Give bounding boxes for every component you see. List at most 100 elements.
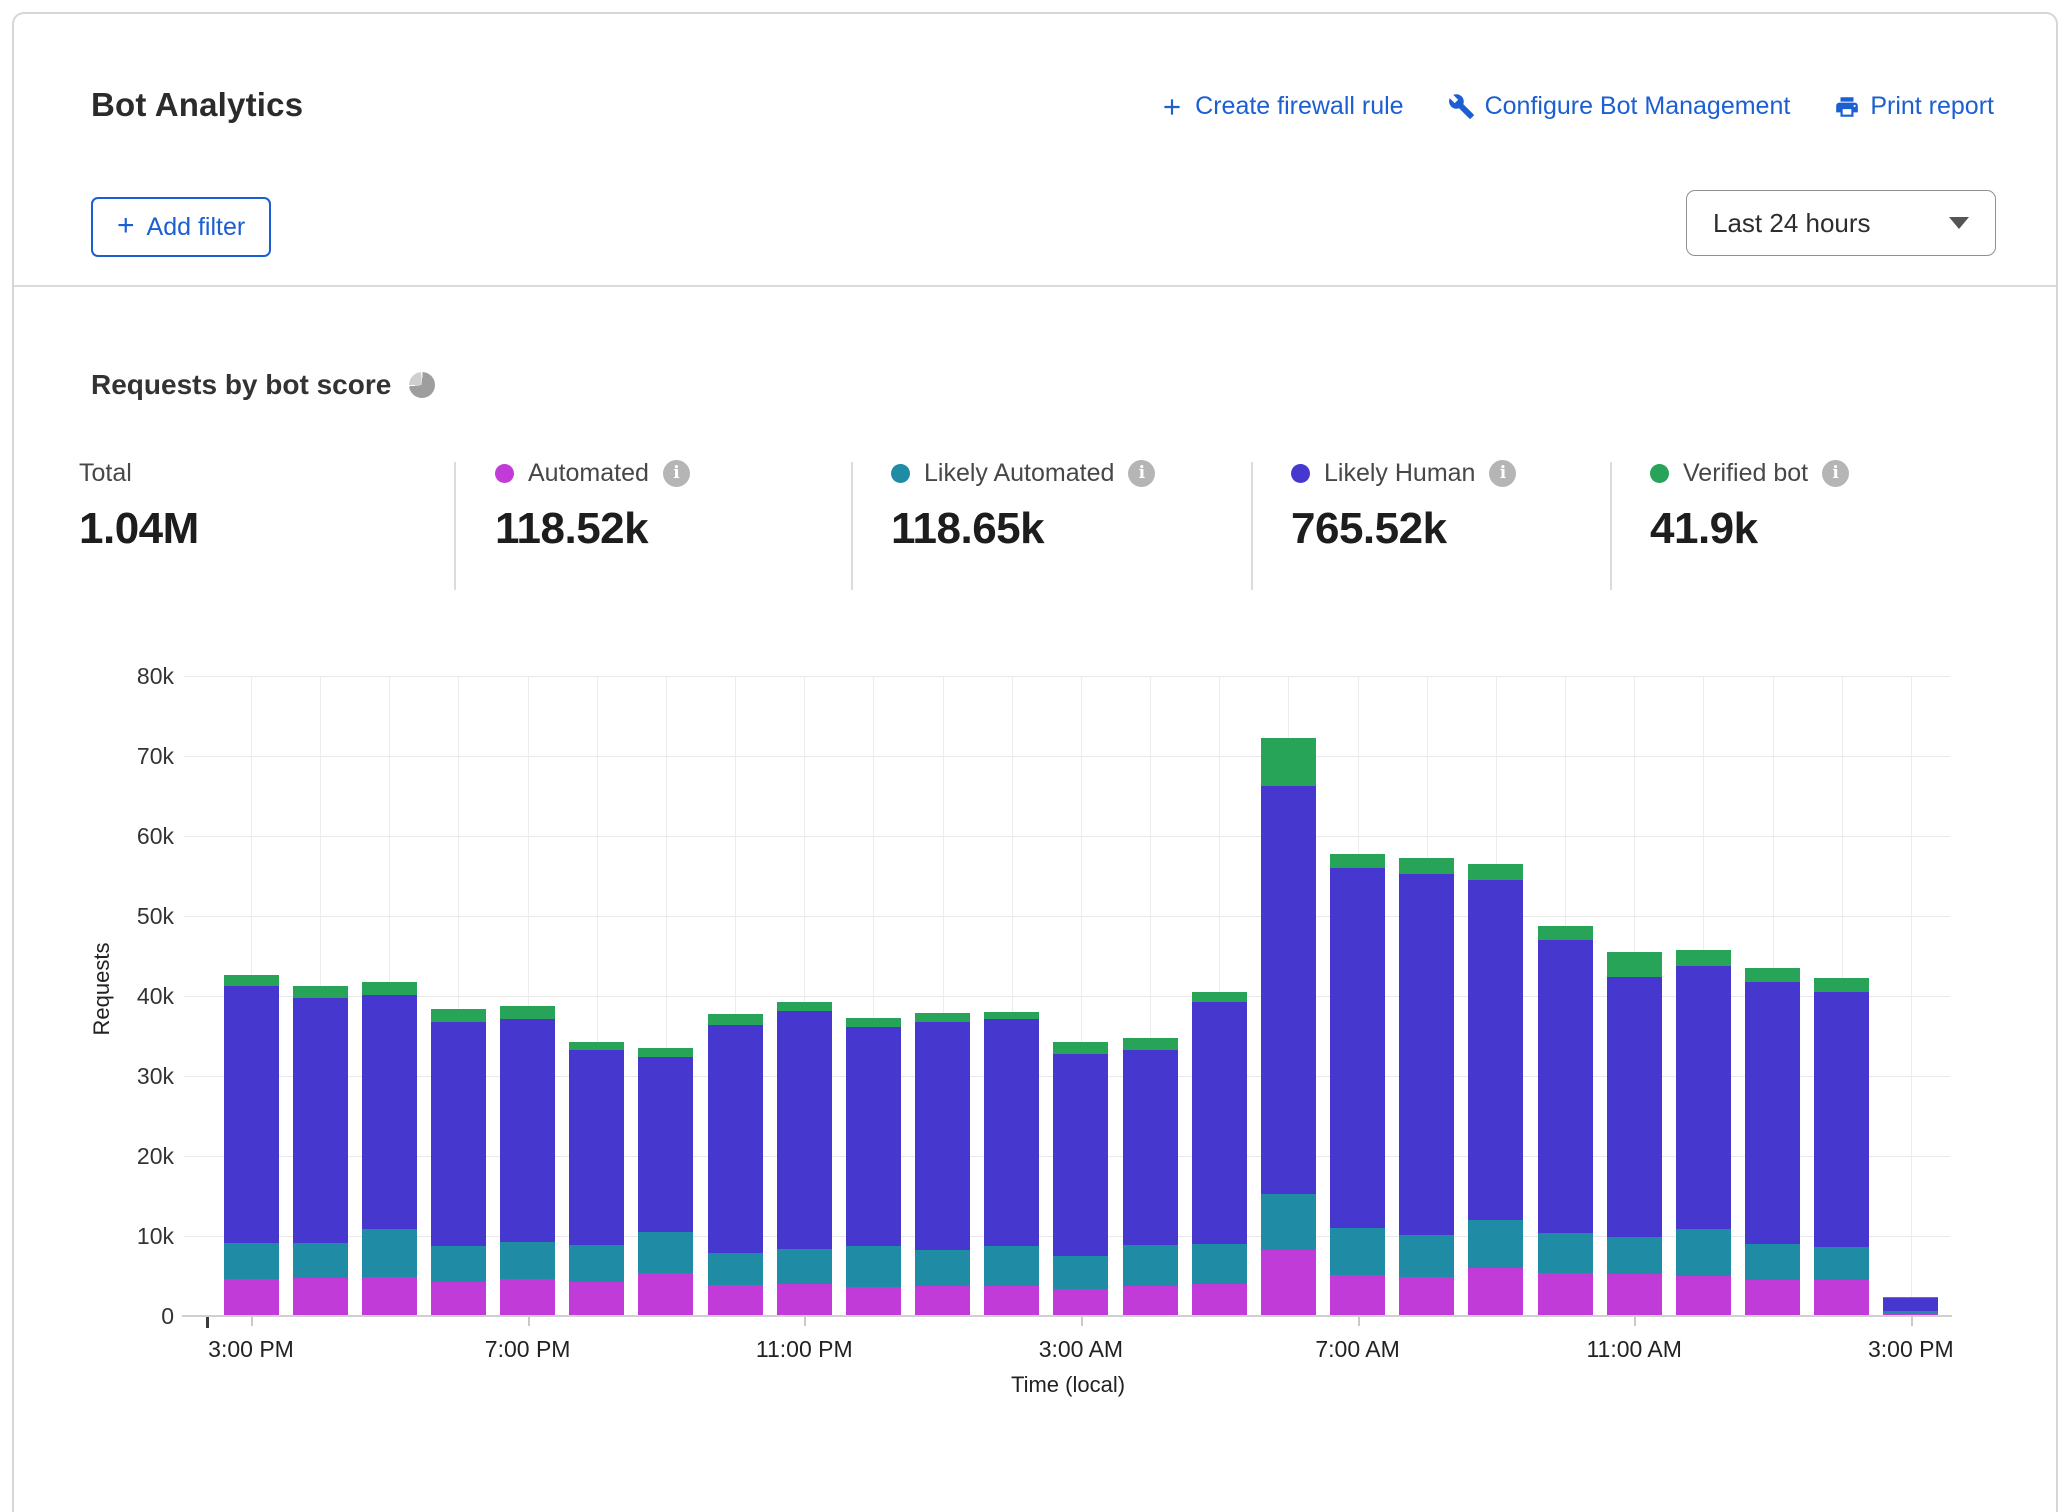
bar-segment[interactable]: [362, 1277, 417, 1316]
bar-segment[interactable]: [1814, 1280, 1869, 1316]
bar-segment[interactable]: [915, 1022, 970, 1249]
bar-segment[interactable]: [1123, 1286, 1178, 1316]
configure-bot-management-link[interactable]: Configure Bot Management: [1448, 92, 1791, 121]
bar-segment[interactable]: [431, 1282, 486, 1316]
bar-segment[interactable]: [1883, 1314, 1938, 1316]
bar-segment[interactable]: [1745, 968, 1800, 982]
bar-segment[interactable]: [915, 1250, 970, 1287]
bar-segment[interactable]: [708, 1253, 763, 1285]
bar-segment[interactable]: [777, 1249, 832, 1284]
bar-segment[interactable]: [1053, 1042, 1108, 1053]
bar-segment[interactable]: [224, 986, 279, 1243]
bar-segment[interactable]: [1192, 1002, 1247, 1244]
bar-segment[interactable]: [638, 1048, 693, 1057]
bar-segment[interactable]: [293, 998, 348, 1243]
bar-segment[interactable]: [500, 1279, 555, 1316]
bar-segment[interactable]: [984, 1286, 1039, 1316]
bar-segment[interactable]: [1745, 1244, 1800, 1280]
bar-segment[interactable]: [915, 1013, 970, 1023]
bar-segment[interactable]: [569, 1050, 624, 1244]
bar-segment[interactable]: [1330, 854, 1385, 868]
print-report-link[interactable]: Print report: [1834, 92, 1994, 121]
bar-segment[interactable]: [915, 1286, 970, 1316]
bar-segment[interactable]: [1261, 786, 1316, 1194]
bar-segment[interactable]: [1192, 992, 1247, 1002]
bar-segment[interactable]: [1468, 880, 1523, 1220]
bar-segment[interactable]: [1468, 1220, 1523, 1268]
bar-segment[interactable]: [362, 982, 417, 995]
bar-segment[interactable]: [569, 1042, 624, 1051]
bar-segment[interactable]: [1123, 1245, 1178, 1286]
bar-segment[interactable]: [1745, 982, 1800, 1244]
bar-segment[interactable]: [1607, 1237, 1662, 1275]
bar-segment[interactable]: [431, 1022, 486, 1246]
create-firewall-rule-link[interactable]: Create firewall rule: [1159, 92, 1403, 121]
bar-segment[interactable]: [1538, 1273, 1593, 1316]
bar-segment[interactable]: [1883, 1311, 1938, 1313]
bar-segment[interactable]: [1261, 1250, 1316, 1316]
bar-segment[interactable]: [984, 1012, 1039, 1019]
info-icon[interactable]: i: [1128, 460, 1155, 487]
bar-segment[interactable]: [569, 1245, 624, 1283]
bar-segment[interactable]: [638, 1232, 693, 1273]
bar-segment[interactable]: [1192, 1244, 1247, 1284]
bar-segment[interactable]: [777, 1284, 832, 1316]
bar-segment[interactable]: [777, 1011, 832, 1249]
bar-segment[interactable]: [1123, 1038, 1178, 1049]
bar-segment[interactable]: [846, 1246, 901, 1287]
info-icon[interactable]: i: [1822, 460, 1849, 487]
info-icon[interactable]: i: [663, 460, 690, 487]
bar-segment[interactable]: [1123, 1050, 1178, 1245]
bar-segment[interactable]: [1538, 940, 1593, 1233]
bar-segment[interactable]: [984, 1019, 1039, 1246]
bar-segment[interactable]: [1538, 926, 1593, 940]
bar-segment[interactable]: [1261, 738, 1316, 785]
bar-segment[interactable]: [1192, 1284, 1247, 1316]
bar-segment[interactable]: [1468, 1268, 1523, 1316]
bar-segment[interactable]: [1676, 966, 1731, 1229]
bar-segment[interactable]: [708, 1014, 763, 1024]
bar-segment[interactable]: [1330, 1228, 1385, 1275]
bar-segment[interactable]: [1607, 1274, 1662, 1316]
bar-segment[interactable]: [431, 1246, 486, 1282]
bar-segment[interactable]: [1676, 1229, 1731, 1276]
bar-segment[interactable]: [362, 995, 417, 1229]
bar-segment[interactable]: [293, 1278, 348, 1316]
bar-segment[interactable]: [224, 975, 279, 986]
bar-segment[interactable]: [1814, 992, 1869, 1247]
bar-segment[interactable]: [224, 1243, 279, 1279]
bar-segment[interactable]: [362, 1229, 417, 1277]
bar-segment[interactable]: [431, 1009, 486, 1022]
bar-segment[interactable]: [1676, 1276, 1731, 1316]
bar-segment[interactable]: [500, 1019, 555, 1242]
info-icon[interactable]: i: [1489, 460, 1516, 487]
bar-segment[interactable]: [1745, 1280, 1800, 1316]
bar-segment[interactable]: [638, 1057, 693, 1232]
bar-segment[interactable]: [1330, 1275, 1385, 1316]
bar-segment[interactable]: [1399, 1277, 1454, 1316]
bar-segment[interactable]: [1330, 868, 1385, 1228]
bar-segment[interactable]: [846, 1287, 901, 1316]
bar-segment[interactable]: [1883, 1297, 1938, 1298]
add-filter-button[interactable]: + Add filter: [91, 197, 271, 257]
bar-segment[interactable]: [1399, 1235, 1454, 1277]
bar-segment[interactable]: [1261, 1194, 1316, 1251]
bar-segment[interactable]: [846, 1018, 901, 1027]
bar-segment[interactable]: [1814, 978, 1869, 992]
bar-segment[interactable]: [846, 1027, 901, 1246]
bar-segment[interactable]: [1814, 1247, 1869, 1280]
bar-segment[interactable]: [293, 1243, 348, 1278]
bar-segment[interactable]: [1053, 1054, 1108, 1256]
bar-segment[interactable]: [1468, 864, 1523, 880]
bar-segment[interactable]: [500, 1006, 555, 1019]
bar-segment[interactable]: [1538, 1233, 1593, 1273]
time-range-select[interactable]: Last 24 hours: [1686, 190, 1996, 256]
bar-segment[interactable]: [569, 1282, 624, 1316]
bar-segment[interactable]: [1607, 977, 1662, 1237]
bar-segment[interactable]: [708, 1025, 763, 1253]
bar-segment[interactable]: [1607, 952, 1662, 977]
bar-segment[interactable]: [1676, 950, 1731, 965]
bar-segment[interactable]: [1399, 858, 1454, 874]
bar-segment[interactable]: [500, 1242, 555, 1279]
bar-segment[interactable]: [984, 1246, 1039, 1286]
